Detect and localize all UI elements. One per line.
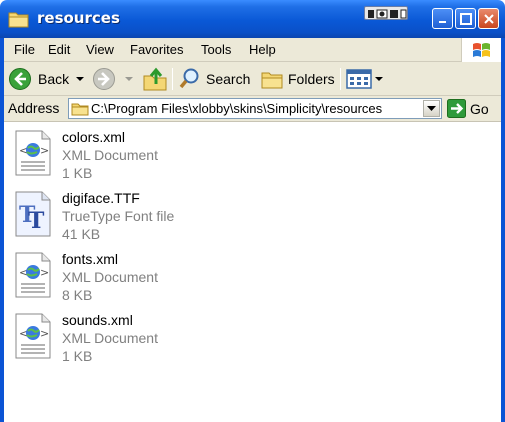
address-dropdown-button[interactable] — [423, 100, 440, 117]
menu-favorites[interactable]: Favorites — [130, 42, 183, 57]
menu-tools[interactable]: Tools — [201, 42, 231, 57]
file-name: sounds.xml — [62, 312, 133, 328]
file-size: 1 KB — [62, 348, 93, 364]
up-folder-icon — [143, 67, 167, 91]
file-type: XML Document — [62, 330, 158, 346]
folders-label: Folders — [288, 71, 335, 87]
minimize-icon — [438, 20, 446, 23]
windows-logo-icon — [461, 38, 501, 62]
window-frame-right — [501, 38, 505, 422]
forward-button[interactable] — [92, 66, 134, 92]
go-arrow-icon — [447, 99, 466, 118]
maximize-button[interactable] — [455, 8, 476, 29]
back-label: Back — [38, 71, 70, 87]
list-item[interactable]: < > sounds.xml XML Document 1 KB — [12, 309, 312, 369]
svg-text:>: > — [40, 144, 49, 157]
list-item[interactable]: < > colors.xml XML Document 1 KB — [12, 126, 312, 186]
file-name: colors.xml — [62, 129, 126, 145]
chevron-down-icon — [427, 105, 436, 111]
go-label: Go — [470, 100, 489, 117]
back-arrow-icon — [9, 68, 31, 90]
file-size: 41 KB — [62, 226, 101, 242]
minimize-button[interactable] — [432, 8, 453, 29]
search-icon — [179, 68, 199, 89]
folder-icon — [8, 12, 29, 28]
list-item[interactable]: < > fonts.xml XML Document 8 KB — [12, 248, 312, 308]
folders-icon — [261, 72, 283, 89]
file-type: XML Document — [62, 269, 158, 285]
svg-text:>: > — [40, 327, 49, 340]
folders-button[interactable]: Folders — [260, 66, 335, 92]
folder-icon — [71, 103, 89, 116]
tray-graphic-icon — [364, 6, 408, 20]
svg-text:>: > — [40, 266, 49, 279]
xml-document-icon: < > — [15, 252, 51, 298]
address-label: Address — [8, 100, 60, 116]
go-button[interactable]: Go — [447, 99, 489, 118]
list-item[interactable]: T T digiface.TTF TrueType Font file 41 K… — [12, 187, 312, 247]
search-button[interactable]: Search — [178, 66, 250, 92]
window-title: resources — [37, 9, 120, 27]
search-label: Search — [206, 71, 251, 87]
toolbar-separator — [172, 68, 173, 90]
file-type: XML Document — [62, 147, 158, 163]
maximize-icon — [459, 12, 472, 25]
toolbar: Back Search Folders — [4, 62, 501, 96]
file-size: 1 KB — [62, 165, 93, 181]
menu-bar: File Edit View Favorites Tools Help — [4, 38, 501, 62]
truetype-font-icon: T T — [15, 191, 51, 237]
menu-view[interactable]: View — [86, 42, 114, 57]
address-bar: Address C:\Program Files\xlobby\skins\Si… — [4, 96, 501, 122]
menu-edit[interactable]: Edit — [48, 42, 70, 57]
forward-arrow-icon — [93, 68, 115, 90]
file-list: < > colors.xml XML Document 1 KB T T dig… — [4, 122, 501, 422]
views-dropdown-icon — [375, 77, 383, 81]
close-icon — [483, 13, 494, 24]
menu-file[interactable]: File — [14, 42, 35, 57]
address-path: C:\Program Files\xlobby\skins\Simplicity… — [91, 101, 383, 116]
file-name: digiface.TTF — [62, 190, 140, 206]
views-button[interactable] — [346, 66, 384, 92]
back-dropdown-icon — [76, 77, 85, 81]
title-bar[interactable]: resources — [0, 0, 505, 38]
file-size: 8 KB — [62, 287, 93, 303]
up-folder-button[interactable] — [142, 66, 168, 92]
forward-dropdown-icon — [125, 77, 133, 81]
xml-document-icon: < > — [15, 313, 51, 359]
back-button[interactable]: Back — [8, 66, 85, 92]
svg-text:T: T — [28, 208, 45, 234]
close-button[interactable] — [478, 8, 499, 29]
file-type: TrueType Font file — [62, 208, 175, 224]
menu-help[interactable]: Help — [249, 42, 276, 57]
file-name: fonts.xml — [62, 251, 119, 267]
views-icon — [346, 69, 372, 89]
xml-document-icon: < > — [15, 130, 51, 176]
address-field[interactable]: C:\Program Files\xlobby\skins\Simplicity… — [68, 98, 442, 119]
toolbar-separator — [340, 68, 341, 90]
